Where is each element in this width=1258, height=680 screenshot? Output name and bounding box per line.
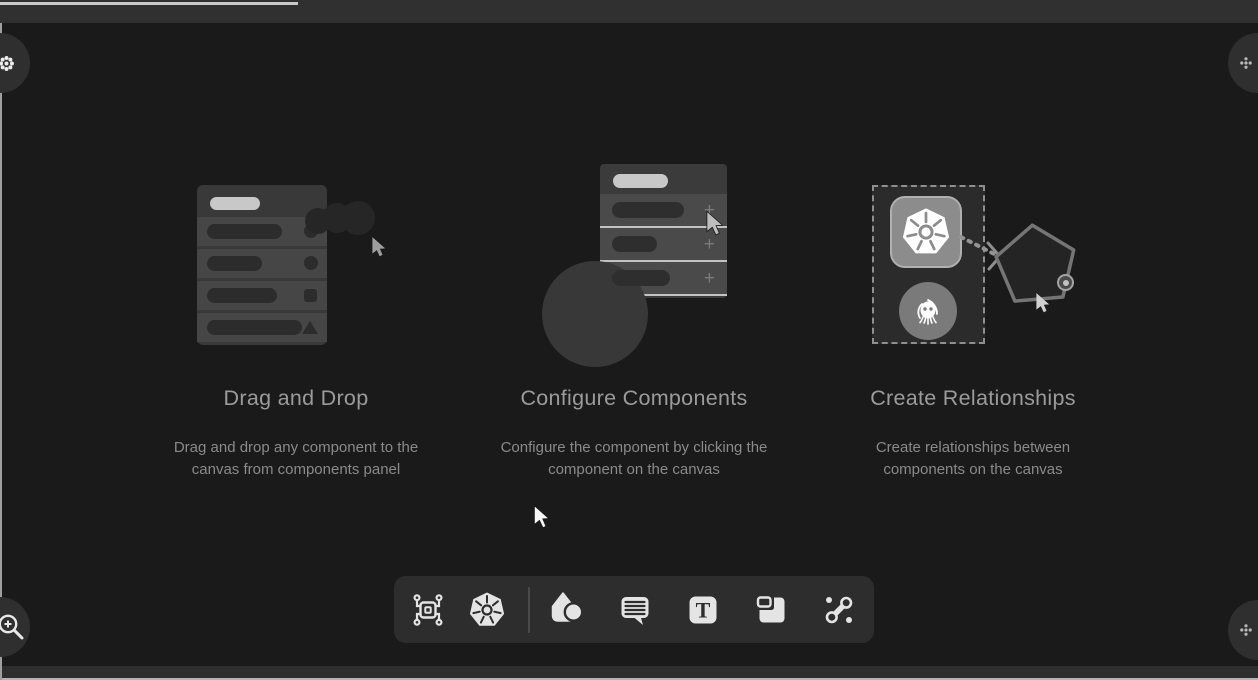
text-tool-button[interactable]: T [683,590,723,630]
components-tool-button[interactable] [408,590,448,630]
drag-trail-circle [341,201,375,235]
relationship-icon [819,590,859,630]
panel-toggle-icon [1239,623,1253,637]
card-description: Drag and drop any component to the canva… [156,437,436,481]
text-icon: T [683,590,723,630]
shapes-icon [547,590,587,630]
svg-text:T: T [696,597,711,622]
zoom-in-button[interactable] [0,597,30,657]
component-pill [207,288,277,303]
illustration-cursor-icon [1033,292,1053,314]
left-dock-toggle-button[interactable] [0,33,30,93]
config-field-pill [612,236,657,252]
component-pill [207,320,302,335]
design-canvas[interactable]: + + + [0,0,1258,680]
top-progress-line [0,2,298,5]
panel-header-pill [613,174,668,188]
panel-toggle-icon [1239,56,1253,70]
kubernetes-icon [467,590,507,630]
card-description: Create relationships between components … [858,437,1088,481]
config-field-pill [612,202,684,218]
note-tool-button[interactable] [751,590,791,630]
relationship-tool-button[interactable] [819,590,859,630]
comment-icon [615,590,655,630]
meshery-logo-icon [0,55,15,72]
squid-mascot-icon [908,291,948,331]
kubernetes-tile [890,196,962,268]
right-dock-toggle-button[interactable] [1228,33,1258,93]
component-pill [207,256,262,271]
card-description: Configure the component by clicking the … [481,437,787,481]
components-icon [408,590,448,630]
squid-mascot-tile [899,282,957,340]
onboarding-card-relationships: Create Relationships Create relationship… [793,386,1153,481]
comment-tool-button[interactable] [615,590,655,630]
kubernetes-icon [899,205,953,259]
plus-icon: + [704,235,715,254]
drag-drop-illustration [197,185,327,345]
card-title: Drag and Drop [116,386,476,411]
relationship-endpoint-node [1057,274,1074,291]
shapes-tool-button[interactable] [547,590,587,630]
right-bottom-dock-toggle-button[interactable] [1228,600,1258,660]
config-field-pill [612,270,670,286]
circle-shape [304,256,318,270]
illustration-cursor-icon [703,210,727,237]
illustration-cursor-icon [369,236,389,258]
onboarding-card-configure: Configure Components Configure the compo… [454,386,814,481]
card-title: Configure Components [454,386,814,411]
panel-header-pill [210,197,260,210]
square-shape [304,289,317,302]
mouse-cursor-icon [531,504,553,530]
card-title: Create Relationships [793,386,1153,411]
onboarding-card-drag-drop: Drag and Drop Drag and drop any componen… [116,386,476,481]
plus-icon: + [704,269,715,288]
note-icon [751,590,791,630]
triangle-shape [302,321,318,334]
kubernetes-tool-button[interactable] [467,590,507,630]
left-edge-line [0,23,2,680]
component-pill [207,224,282,239]
dock-divider [528,587,530,633]
tool-dock: T [394,576,874,643]
bottom-bar [0,666,1258,678]
zoom-in-icon [0,612,26,642]
